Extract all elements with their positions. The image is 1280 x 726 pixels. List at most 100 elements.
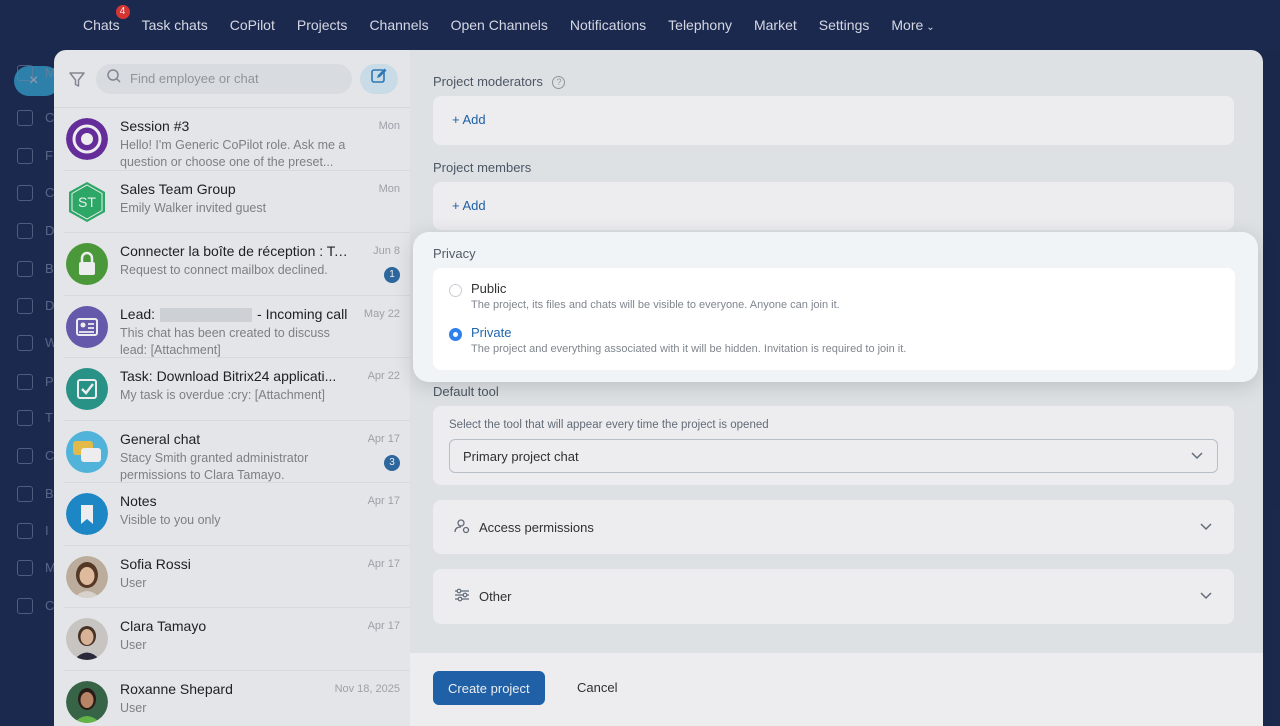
form-footer: Create project Cancel (410, 653, 1263, 726)
chat-date: Apr 17 (367, 495, 400, 507)
chat-preview: Hello! I'm Generic CoPilot role. Ask me … (120, 138, 346, 169)
chat-title: Lead: - Incoming call (120, 305, 348, 322)
sidebar-menu-icon[interactable] (17, 261, 33, 277)
avatar (66, 680, 108, 723)
default-tool-hint: Select the tool that will appear every t… (449, 419, 769, 431)
chat-list-item[interactable]: ST Sales Team Group Emily Walker invited g… (64, 171, 410, 233)
compose-icon (370, 67, 388, 90)
default-tool-select[interactable]: Primary project chat (449, 439, 1218, 473)
sidebar-menu-letter: I (45, 523, 49, 538)
private-title: Private (471, 325, 512, 340)
nav-task-chats[interactable]: Task chats (142, 17, 208, 33)
chat-date: Jun 8 (373, 245, 400, 257)
new-chat-button[interactable] (360, 63, 398, 94)
chat-list-item[interactable]: Connecter la boîte de réception : To... R… (64, 233, 410, 296)
chat-list-item[interactable]: Roxanne Shepard User Nov 18, 2025 (64, 671, 410, 726)
add-member-link[interactable]: + Add (452, 198, 486, 213)
sidebar-menu-icon[interactable] (17, 185, 33, 201)
nav-open-channels[interactable]: Open Channels (451, 17, 548, 33)
chat-title: Task: Download Bitrix24 applicati... (120, 368, 337, 384)
sidebar-menu-icon[interactable] (17, 486, 33, 502)
nav-market[interactable]: Market (754, 17, 797, 33)
sidebar-menu-icon[interactable] (17, 110, 33, 126)
avatar (66, 368, 108, 410)
add-moderator-link[interactable]: + Add (452, 112, 486, 127)
nav-channels[interactable]: Channels (369, 17, 428, 33)
nav-copilot[interactable]: CoPilot (230, 17, 275, 33)
other-accordion[interactable]: Other (433, 569, 1234, 624)
chat-date: Apr 17 (367, 620, 400, 632)
chat-list-item[interactable]: Session #3 Hello! I'm Generic CoPilot rol… (64, 108, 410, 171)
chevron-down-icon (1190, 448, 1204, 465)
chat-date: Mon (378, 120, 400, 132)
default-tool-value: Primary project chat (463, 448, 579, 464)
sidebar-menu-icon[interactable] (17, 298, 33, 314)
chat-date: Apr 17 (367, 432, 400, 445)
sidebar-menu-icon[interactable] (17, 374, 33, 390)
sidebar-menu-icon[interactable] (17, 448, 33, 464)
create-project-button[interactable]: Create project (433, 671, 545, 705)
search-field[interactable] (96, 63, 352, 94)
search-input[interactable] (130, 71, 342, 86)
sidebar-menu-icon[interactable] (17, 335, 33, 351)
chat-list-item[interactable]: General chat Stacy Smith granted administ… (64, 421, 410, 483)
chat-list-item[interactable]: Clara Tamayo User Apr 17 (64, 608, 410, 671)
chat-list-item[interactable]: Lead: - Incoming call This chat has been c… (64, 296, 410, 358)
chat-title: Notes (120, 493, 157, 509)
access-permissions-label: Access permissions (479, 519, 594, 535)
nav-more[interactable]: More ⌄ (891, 17, 934, 33)
default-tool-label: Default tool (433, 384, 499, 399)
public-title: Public (471, 281, 507, 296)
sidebar-menu-icon[interactable] (17, 560, 33, 576)
moderators-card: + Add (433, 96, 1234, 145)
chat-date: Apr 22 (367, 370, 400, 382)
avatar (66, 118, 108, 160)
sidebar-menu-icon[interactable] (17, 223, 33, 239)
sidebar-menu-letter: B (45, 486, 54, 501)
members-card: + Add (433, 182, 1234, 230)
chat-preview: User (120, 638, 147, 652)
chat-preview: This chat has been created to discuss le… (120, 325, 330, 357)
sidebar-menu-letter: T (45, 410, 53, 425)
sidebar-menu-letter: D (45, 223, 55, 238)
chevron-down-icon (1198, 587, 1214, 606)
chat-date: Nov 18, 2025 (334, 682, 400, 695)
sidebar-menu-letter: F (45, 148, 53, 163)
chat-list-item[interactable]: Task: Download Bitrix24 applicati... My t… (64, 358, 410, 421)
cancel-button[interactable]: Cancel (577, 680, 617, 695)
access-permissions-accordion[interactable]: Access permissions (433, 500, 1234, 554)
redacted-name (160, 307, 253, 322)
sidebar-menu-letter: C (45, 185, 55, 200)
svg-text:ST: ST (78, 194, 96, 210)
sidebar-menu-letter: C (45, 110, 55, 125)
nav-chats[interactable]: Chats 4 (83, 5, 130, 33)
help-icon[interactable]: ? (552, 76, 566, 90)
avatar (66, 555, 108, 598)
filter-icon[interactable] (66, 68, 88, 90)
public-radio[interactable] (449, 284, 462, 297)
other-label: Other (479, 589, 512, 604)
background-sidebar: × MCFCDBDWPTCBIMC (0, 50, 60, 726)
sidebar-menu-icon[interactable] (17, 523, 33, 539)
chat-list: Session #3 Hello! I'm Generic CoPilot rol… (54, 108, 410, 726)
sidebar-menu-icon[interactable] (17, 148, 33, 164)
sidebar-menu-icon[interactable] (17, 598, 33, 614)
sidebar-menu-icon[interactable] (17, 410, 33, 426)
avatar (66, 430, 108, 473)
avatar: ST (66, 181, 108, 223)
chat-preview: Emily Walker invited guest (120, 200, 267, 215)
nav-projects[interactable]: Projects (297, 17, 348, 33)
nav-settings[interactable]: Settings (819, 17, 870, 33)
chat-title: Clara Tamayo (120, 618, 207, 634)
sidebar-menu-letter: D (45, 298, 55, 313)
sidebar-menu-icon[interactable] (17, 65, 33, 81)
chat-title: Roxanne Shepard (120, 680, 233, 697)
sliders-icon (453, 586, 471, 607)
chat-list-item[interactable]: Notes Visible to you only Apr 17 (64, 483, 410, 546)
nav-notifications[interactable]: Notifications (570, 17, 646, 33)
chat-list-item[interactable]: Sofia Rossi User Apr 17 (64, 546, 410, 608)
nav-telephony[interactable]: Telephony (668, 17, 732, 33)
private-radio[interactable] (449, 328, 462, 341)
private-description: The project and everything associated wi… (471, 343, 907, 355)
privacy-label: Privacy (433, 246, 476, 261)
